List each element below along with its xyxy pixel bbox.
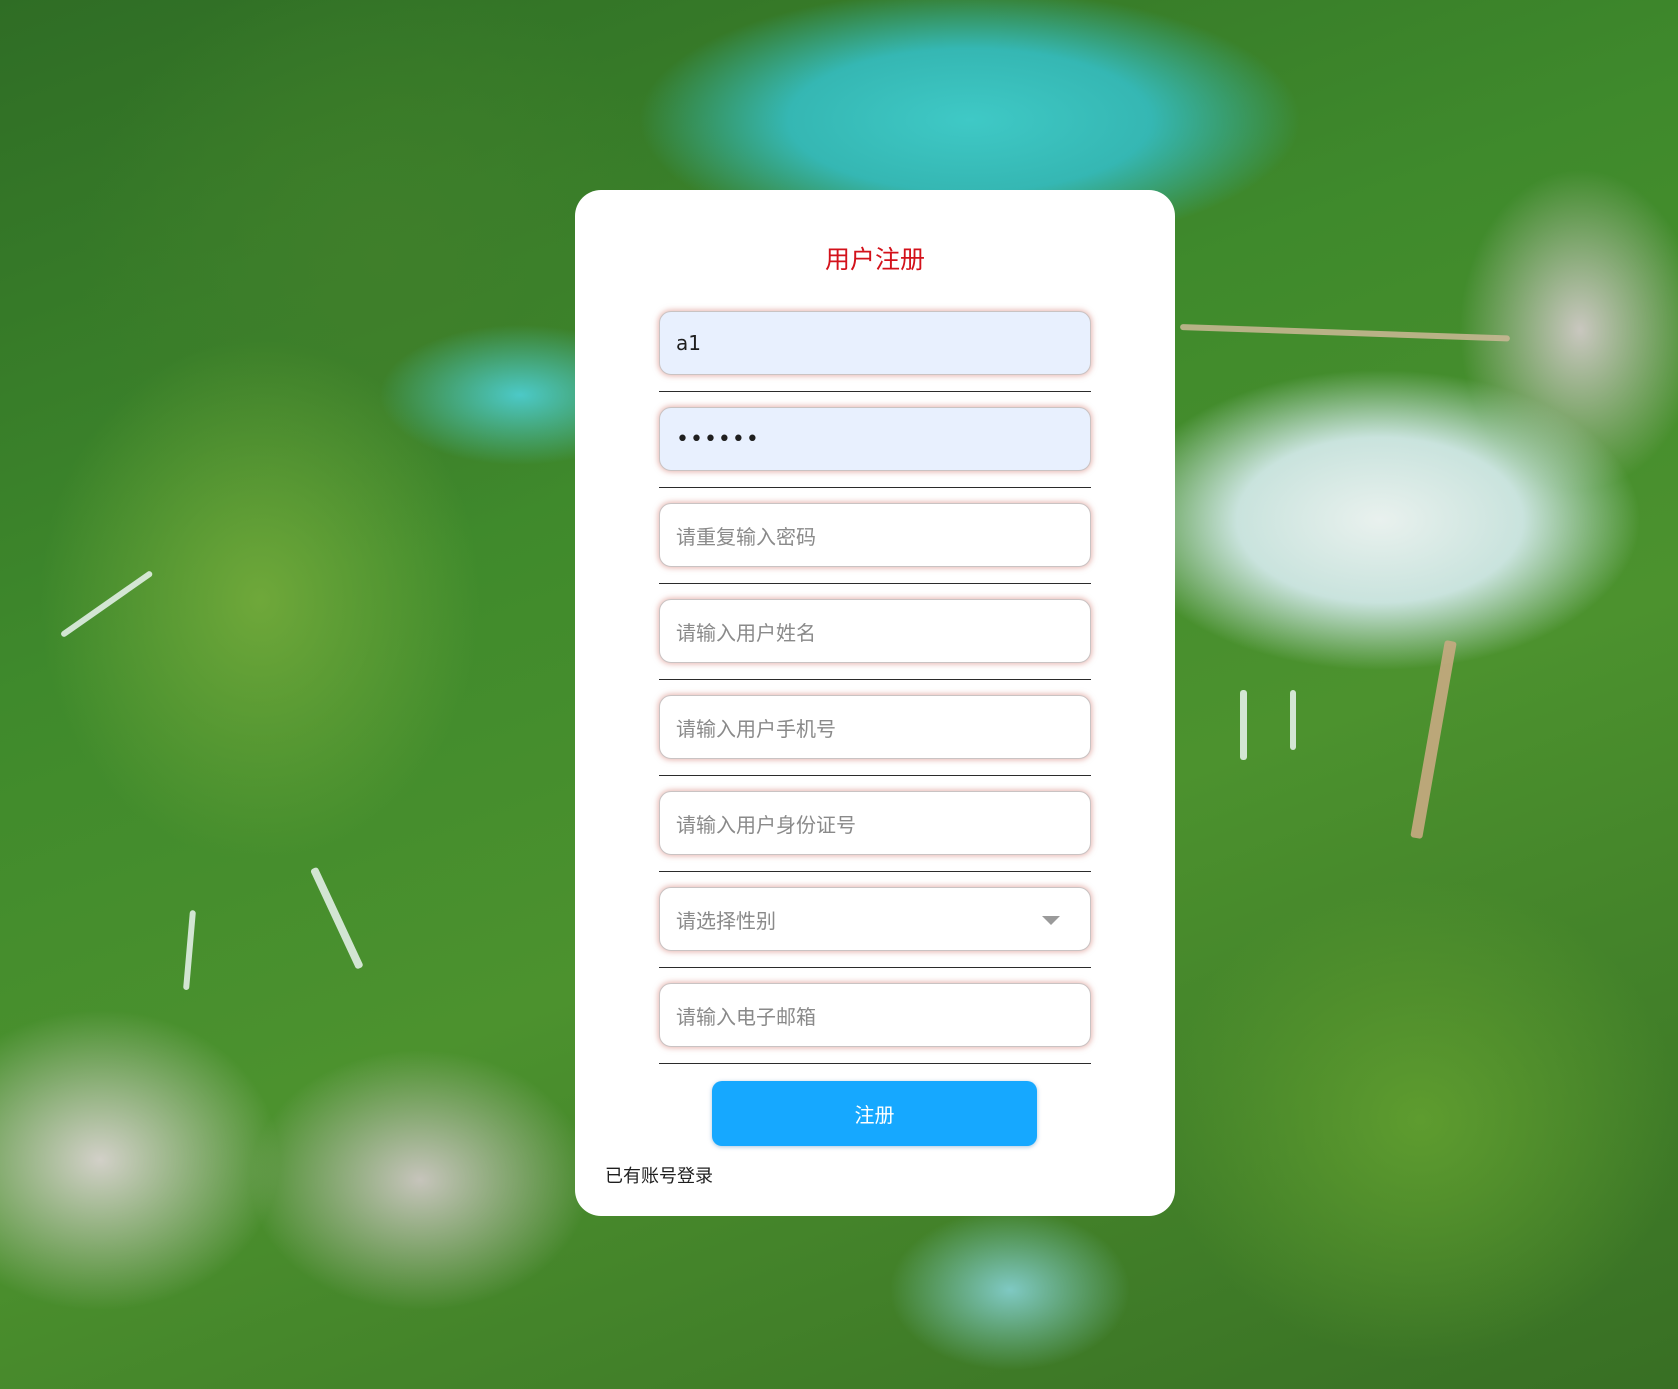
- email-input[interactable]: 请输入电子邮箱: [659, 983, 1091, 1047]
- waterfall-stream: [310, 866, 364, 970]
- id-card-placeholder: 请输入用户身份证号: [676, 812, 856, 837]
- gender-placeholder: 请选择性别: [676, 908, 776, 933]
- waterfall-stream: [183, 910, 196, 991]
- waterfall-stream: [1290, 690, 1296, 750]
- login-link[interactable]: 已有账号登录: [605, 1162, 713, 1188]
- gender-select[interactable]: 请选择性别: [659, 887, 1091, 951]
- confirm-password-input[interactable]: 请重复输入密码: [659, 503, 1091, 567]
- password-input[interactable]: ••••••: [659, 407, 1091, 471]
- field-divider: [659, 391, 1091, 392]
- id-card-input[interactable]: 请输入用户身份证号: [659, 791, 1091, 855]
- username-input[interactable]: a1: [659, 311, 1091, 375]
- page-title: 用户注册: [824, 245, 925, 274]
- field-divider: [659, 775, 1091, 776]
- field-divider: [659, 967, 1091, 968]
- email-placeholder: 请输入电子邮箱: [676, 1004, 816, 1029]
- field-divider: [659, 871, 1091, 872]
- waterfall-stream: [59, 570, 154, 639]
- boardwalk: [1180, 324, 1511, 342]
- chevron-down-icon: [1042, 916, 1060, 925]
- username-value: a1: [676, 331, 701, 355]
- confirm-password-placeholder: 请重复输入密码: [676, 524, 816, 549]
- waterfall-stream: [1240, 690, 1247, 760]
- field-divider: [659, 583, 1091, 584]
- name-placeholder: 请输入用户姓名: [676, 620, 816, 645]
- name-input[interactable]: 请输入用户姓名: [659, 599, 1091, 663]
- field-divider: [659, 679, 1091, 680]
- boardwalk: [1410, 640, 1457, 840]
- field-divider: [659, 487, 1091, 488]
- phone-placeholder: 请输入用户手机号: [676, 716, 836, 741]
- field-divider: [659, 1063, 1091, 1064]
- register-card: 用户注册 a1 •••••• 请重复输入密码 请输入用户姓名 请输入用户手机号 …: [575, 190, 1175, 1216]
- phone-input[interactable]: 请输入用户手机号: [659, 695, 1091, 759]
- register-button[interactable]: 注册: [712, 1081, 1037, 1146]
- password-value: ••••••: [676, 426, 760, 452]
